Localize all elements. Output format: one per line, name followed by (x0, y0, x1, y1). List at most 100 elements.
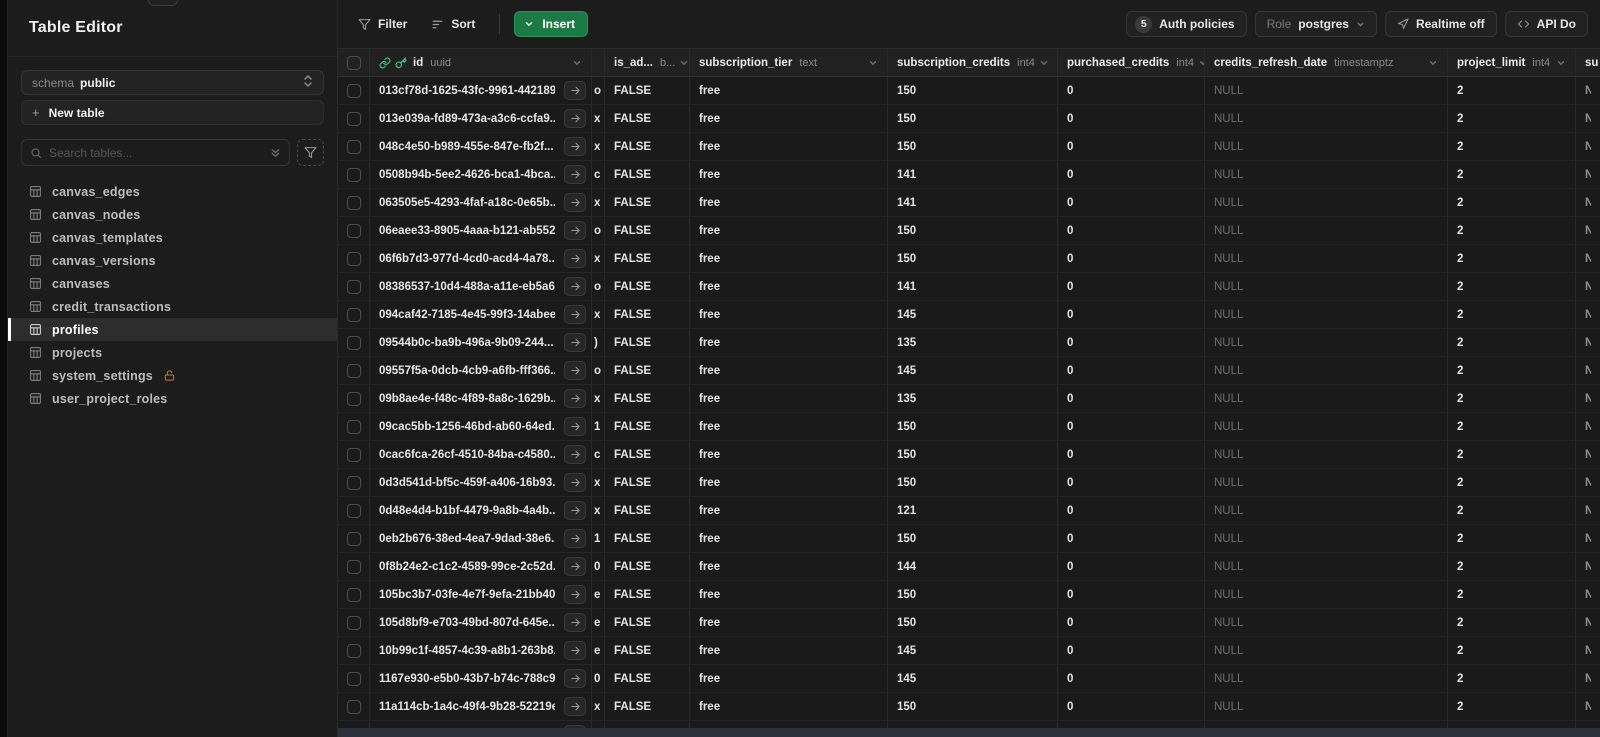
cell-purchased-credits[interactable]: 0 (1058, 693, 1205, 720)
cell-project-limit[interactable]: 2 (1448, 637, 1576, 664)
cell-subscription-tier[interactable]: free (690, 77, 888, 104)
cell-truncated[interactable]: e (592, 581, 605, 608)
sidebar-item-canvas_templates[interactable]: canvas_templates (8, 226, 337, 249)
cell-subscription-tier[interactable]: free (690, 441, 888, 468)
cell-project-limit[interactable]: 2 (1448, 357, 1576, 384)
column-header-is-admin[interactable]: is_ad... b... (605, 49, 690, 76)
cell-credits-refresh-date[interactable]: NULL (1205, 273, 1448, 300)
cell-truncated[interactable]: c (592, 161, 605, 188)
cell-is-admin[interactable]: FALSE (605, 413, 690, 440)
cell-truncated[interactable]: 1 (592, 413, 605, 440)
sidebar-item-user_project_roles[interactable]: user_project_roles (8, 387, 337, 410)
cell-credits-refresh-date[interactable]: NULL (1205, 637, 1448, 664)
cell-project-limit[interactable]: 2 (1448, 553, 1576, 580)
cell-is-admin[interactable]: FALSE (605, 665, 690, 692)
cell-subscription-tier[interactable]: free (690, 497, 888, 524)
cell-id[interactable]: 013e039a-fd89-473a-a3c6-ccfa9... (370, 105, 592, 132)
cell-id[interactable]: 11a114cb-1a4c-49f4-9b28-52219ec... (370, 693, 592, 720)
cell-project-limit[interactable]: 2 (1448, 105, 1576, 132)
select-all-checkbox[interactable] (346, 55, 361, 70)
cell-project-limit[interactable]: 2 (1448, 693, 1576, 720)
insert-button[interactable]: Insert (514, 11, 589, 37)
row-checkbox[interactable] (346, 587, 361, 602)
expand-row-button[interactable] (564, 81, 586, 100)
cell-project-limit[interactable]: 2 (1448, 665, 1576, 692)
cell-subscription-credits[interactable]: 150 (888, 245, 1058, 272)
row-checkbox[interactable] (346, 167, 361, 182)
column-header-truncated[interactable] (592, 49, 605, 76)
cell-subscription-credits[interactable]: 150 (888, 105, 1058, 132)
cell-id[interactable]: 0eb2b676-38ed-4ea7-9dad-38e6... (370, 525, 592, 552)
cell-purchased-credits[interactable]: 0 (1058, 497, 1205, 524)
cell-credits-refresh-date[interactable]: NULL (1205, 385, 1448, 412)
cell-is-admin[interactable]: FALSE (605, 105, 690, 132)
cell-credits-refresh-date[interactable]: NULL (1205, 693, 1448, 720)
cell-subscription-credits[interactable]: 145 (888, 637, 1058, 664)
cell-credits-refresh-date[interactable]: NULL (1205, 77, 1448, 104)
cell-project-limit[interactable]: 2 (1448, 133, 1576, 160)
cell-project-limit[interactable]: 2 (1448, 161, 1576, 188)
row-checkbox[interactable] (346, 503, 361, 518)
cell-purchased-credits[interactable]: 0 (1058, 77, 1205, 104)
cell-is-admin[interactable]: FALSE (605, 581, 690, 608)
cell-id[interactable]: 09cac5bb-1256-46bd-ab60-64ed... (370, 413, 592, 440)
cell-credits-refresh-date[interactable]: NULL (1205, 245, 1448, 272)
cell-project-limit[interactable]: 2 (1448, 469, 1576, 496)
cell-purchased-credits[interactable]: 0 (1058, 525, 1205, 552)
cell-subscription-credits[interactable]: 150 (888, 525, 1058, 552)
cell-truncated[interactable]: x (592, 469, 605, 496)
cell-subscription-credits[interactable]: 150 (888, 581, 1058, 608)
row-checkbox[interactable] (346, 195, 361, 210)
cell-subscription-credits[interactable]: 145 (888, 357, 1058, 384)
expand-row-button[interactable] (564, 669, 586, 688)
column-header-purchased-credits[interactable]: purchased_credits int4 (1058, 49, 1205, 76)
cell-id[interactable]: 06f6b7d3-977d-4cd0-acd4-4a78... (370, 245, 592, 272)
cell-is-admin[interactable]: FALSE (605, 189, 690, 216)
cell-truncated[interactable]: x (592, 497, 605, 524)
cell-id[interactable]: 09544b0c-ba9b-496a-9b09-244... (370, 329, 592, 356)
expand-row-button[interactable] (564, 305, 586, 324)
cell-clipped[interactable]: NU (1576, 301, 1600, 328)
cell-subscription-tier[interactable]: free (690, 525, 888, 552)
cell-purchased-credits[interactable]: 0 (1058, 553, 1205, 580)
search-tables-input[interactable] (49, 145, 263, 160)
row-checkbox[interactable] (346, 643, 361, 658)
auth-policies-button[interactable]: 5 Auth policies (1126, 11, 1247, 37)
cell-subscription-tier[interactable]: free (690, 133, 888, 160)
cell-project-limit[interactable]: 2 (1448, 581, 1576, 608)
cell-id[interactable]: 0d3d541d-bf5c-459f-a406-16b93... (370, 469, 592, 496)
row-checkbox[interactable] (346, 83, 361, 98)
row-checkbox[interactable] (346, 335, 361, 350)
cell-subscription-credits[interactable]: 144 (888, 553, 1058, 580)
expand-row-button[interactable] (564, 529, 586, 548)
cell-id[interactable]: 063505e5-4293-4faf-a18c-0e65b... (370, 189, 592, 216)
cell-subscription-tier[interactable]: free (690, 105, 888, 132)
cell-clipped[interactable]: NU (1576, 161, 1600, 188)
column-menu-chevron-icon[interactable] (568, 58, 582, 68)
cell-purchased-credits[interactable]: 0 (1058, 637, 1205, 664)
cell-project-limit[interactable]: 2 (1448, 301, 1576, 328)
cell-clipped[interactable]: NU (1576, 217, 1600, 244)
role-select-button[interactable]: Role postgres (1254, 11, 1377, 37)
cell-project-limit[interactable]: 2 (1448, 273, 1576, 300)
cell-purchased-credits[interactable]: 0 (1058, 217, 1205, 244)
cell-is-admin[interactable]: FALSE (605, 609, 690, 636)
cell-clipped[interactable]: NU (1576, 497, 1600, 524)
cell-truncated[interactable]: c (592, 441, 605, 468)
sidebar-item-projects[interactable]: projects (8, 341, 337, 364)
cell-credits-refresh-date[interactable]: NULL (1205, 133, 1448, 160)
expand-row-button[interactable] (564, 193, 586, 212)
expand-row-button[interactable] (564, 417, 586, 436)
cell-credits-refresh-date[interactable]: NULL (1205, 469, 1448, 496)
cell-subscription-tier[interactable]: free (690, 609, 888, 636)
expand-row-button[interactable] (564, 501, 586, 520)
expand-row-button[interactable] (564, 473, 586, 492)
cell-subscription-tier[interactable]: free (690, 329, 888, 356)
cell-subscription-credits[interactable]: 141 (888, 161, 1058, 188)
cell-purchased-credits[interactable]: 0 (1058, 133, 1205, 160)
filter-button[interactable]: Filter (348, 11, 417, 37)
cell-truncated[interactable]: x (592, 189, 605, 216)
cell-clipped[interactable]: NU (1576, 245, 1600, 272)
cell-clipped[interactable]: NU (1576, 77, 1600, 104)
cell-subscription-credits[interactable]: 141 (888, 189, 1058, 216)
